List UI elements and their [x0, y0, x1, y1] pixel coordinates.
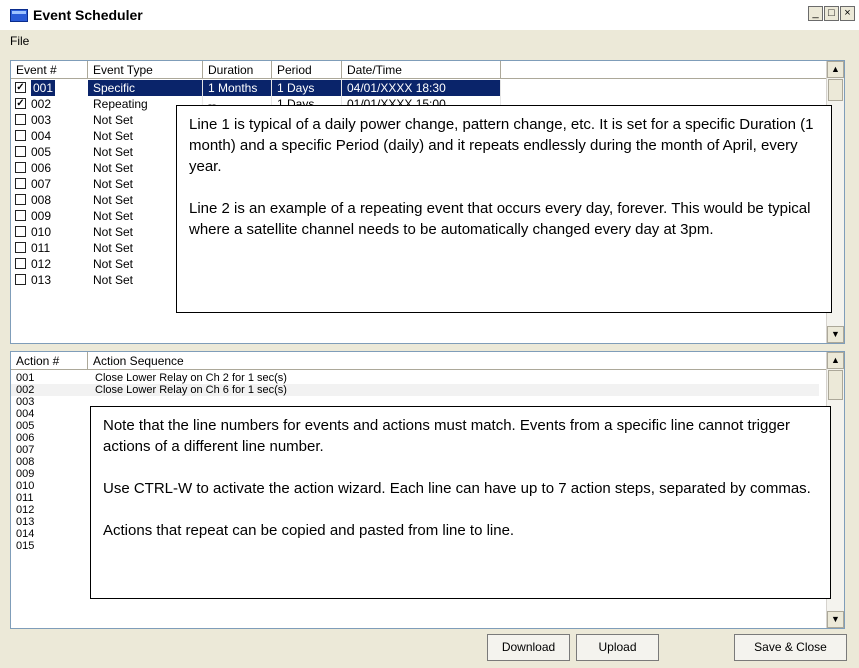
action-number: 008: [16, 456, 35, 468]
actions-annotation: Note that the line numbers for events an…: [90, 406, 831, 599]
menu-file[interactable]: File: [10, 34, 29, 48]
scroll-up-icon[interactable]: ▲: [827, 352, 844, 369]
action-sequence-cell[interactable]: Close Lower Relay on Ch 2 for 1 sec(s): [95, 372, 287, 384]
event-number: 003: [31, 113, 52, 127]
col-header-blank: [501, 61, 827, 79]
app-icon: [10, 9, 28, 22]
actions-note-2: Use CTRL-W to activate the action wizard…: [103, 480, 811, 497]
menu-bar: File: [0, 30, 859, 52]
col-header-period[interactable]: Period: [272, 61, 342, 79]
maximize-button[interactable]: □: [824, 6, 839, 21]
action-number: 009: [16, 468, 35, 480]
col-header-duration[interactable]: Duration: [203, 61, 272, 79]
action-row[interactable]: 001 Close Lower Relay on Ch 2 for 1 sec(s…: [11, 372, 819, 384]
scroll-thumb[interactable]: [828, 79, 843, 101]
action-number: 006: [16, 432, 35, 444]
checkbox-icon[interactable]: [15, 162, 26, 173]
action-number: 004: [16, 408, 35, 420]
action-number: 013: [16, 516, 35, 528]
checkbox-icon[interactable]: [15, 210, 26, 221]
event-number: 002: [31, 97, 52, 111]
action-number: 001: [16, 372, 35, 384]
checkbox-icon[interactable]: [15, 226, 26, 237]
event-number: 007: [31, 177, 52, 191]
event-period-cell[interactable]: 1 Days: [272, 80, 342, 96]
action-number: 014: [16, 528, 35, 540]
event-number: 005: [31, 145, 52, 159]
event-number: 006: [31, 161, 52, 175]
checkbox-icon[interactable]: [15, 242, 26, 253]
upload-button[interactable]: Upload: [576, 634, 659, 661]
checkbox-icon[interactable]: [15, 258, 26, 269]
scroll-down-icon[interactable]: ▼: [827, 611, 844, 628]
title-bar: Event Scheduler _ □ ×: [0, 0, 859, 30]
events-note-line1: Line 1 is typical of a daily power chang…: [189, 116, 814, 175]
event-row[interactable]: ✓ 001 Specific 1 Months 1 Days 04/01/XXXX 18:…: [11, 80, 819, 96]
col-header-event-num[interactable]: Event #: [11, 61, 88, 79]
events-annotation: Line 1 is typical of a daily power chang…: [176, 105, 832, 313]
action-number: 005: [16, 420, 35, 432]
checkbox-icon[interactable]: [15, 130, 26, 141]
checkbox-icon[interactable]: [15, 114, 26, 125]
event-number: 012: [31, 257, 52, 271]
download-button[interactable]: Download: [487, 634, 570, 661]
event-type-cell[interactable]: Specific: [88, 80, 203, 96]
event-number: 011: [31, 241, 51, 255]
events-note-line2: Line 2 is an example of a repeating even…: [189, 200, 811, 238]
checkbox-icon[interactable]: [15, 178, 26, 189]
event-number: 010: [31, 225, 52, 239]
action-number: 010: [16, 480, 35, 492]
action-sequence-cell[interactable]: Close Lower Relay on Ch 6 for 1 sec(s): [95, 384, 287, 396]
scroll-thumb[interactable]: [828, 370, 843, 400]
action-number: 002: [16, 384, 35, 396]
col-header-action-num[interactable]: Action #: [11, 352, 88, 370]
window-title: Event Scheduler: [33, 7, 143, 23]
event-number: 009: [31, 209, 52, 223]
close-button[interactable]: ×: [840, 6, 855, 21]
window-controls: _ □ ×: [807, 6, 855, 24]
checkbox-icon[interactable]: [15, 194, 26, 205]
actions-note-1: Note that the line numbers for events an…: [103, 417, 791, 455]
action-number: 012: [16, 504, 35, 516]
event-number: 004: [31, 129, 52, 143]
action-row[interactable]: 002 Close Lower Relay on Ch 6 for 1 sec(s…: [11, 384, 819, 396]
event-number: 008: [31, 193, 52, 207]
col-header-action-sequence[interactable]: Action Sequence: [88, 352, 827, 370]
checkbox-icon[interactable]: [15, 146, 26, 157]
action-number: 015: [16, 540, 35, 552]
action-number: 003: [16, 396, 35, 408]
event-datetime-cell[interactable]: 04/01/XXXX 18:30: [342, 80, 501, 96]
action-number: 011: [16, 492, 34, 504]
col-header-datetime[interactable]: Date/Time: [342, 61, 501, 79]
col-header-event-type[interactable]: Event Type: [88, 61, 203, 79]
checkbox-icon[interactable]: [15, 274, 26, 285]
save-close-button[interactable]: Save & Close: [734, 634, 847, 661]
event-number: 001: [31, 80, 56, 96]
event-number: 013: [31, 273, 52, 287]
actions-note-3: Actions that repeat can be copied and pa…: [103, 522, 515, 539]
scroll-down-icon[interactable]: ▼: [827, 326, 844, 343]
minimize-button[interactable]: _: [808, 6, 823, 21]
event-duration-cell[interactable]: 1 Months: [203, 80, 272, 96]
checkbox-checked-icon[interactable]: ✓: [15, 82, 26, 93]
scroll-up-icon[interactable]: ▲: [827, 61, 844, 78]
checkbox-checked-icon[interactable]: ✓: [15, 98, 26, 109]
action-number: 007: [16, 444, 35, 456]
